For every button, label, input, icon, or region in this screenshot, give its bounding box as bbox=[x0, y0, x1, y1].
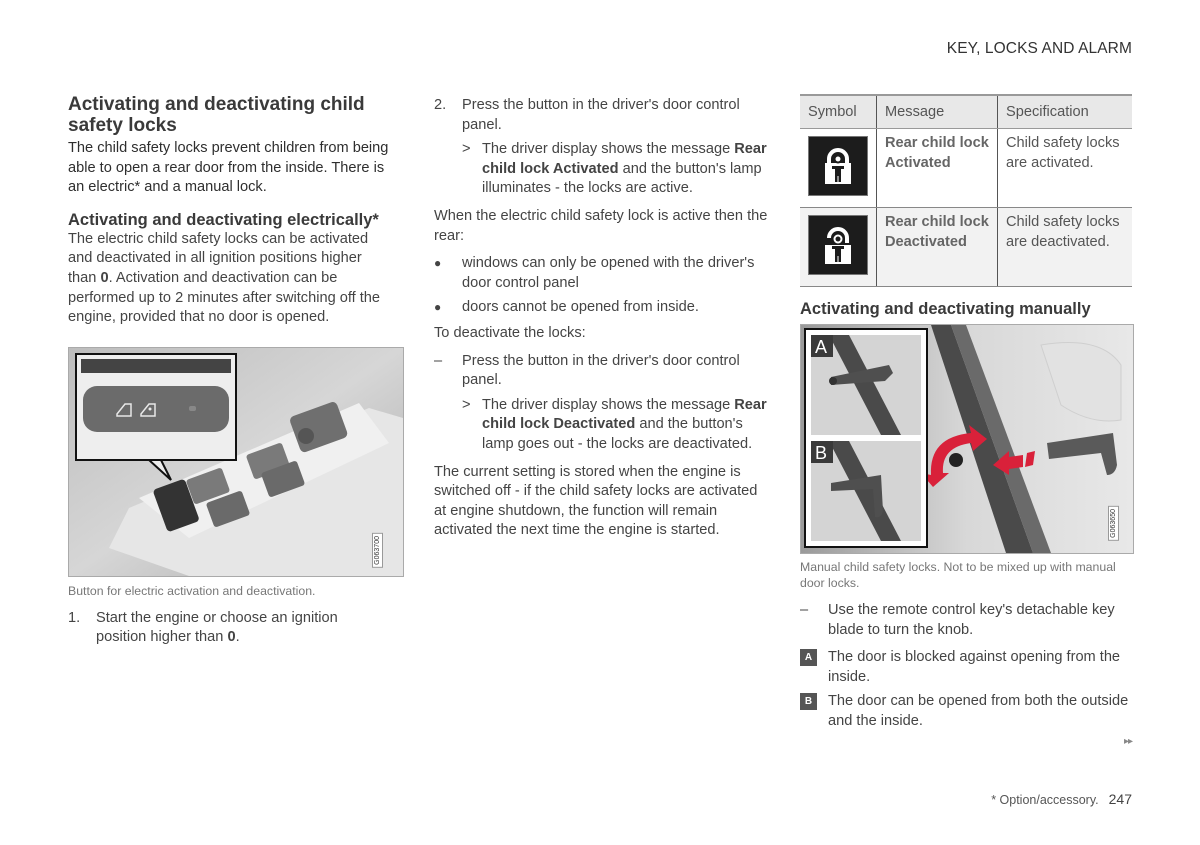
header-specification: Specification bbox=[997, 94, 1132, 129]
figure-caption: Button for electric activation and deact… bbox=[68, 583, 316, 598]
manual-lock-figure: A B G063650 bbox=[800, 324, 1134, 554]
message-cell: Rear child lock Activated bbox=[876, 128, 998, 208]
step-1: 1. Start the engine or choose an ignitio… bbox=[68, 609, 390, 648]
spec-cell: Child safety locks are deactivated. bbox=[997, 207, 1132, 287]
label-b-badge: B bbox=[800, 693, 817, 711]
result-text: The driver display shows the message Rea… bbox=[482, 396, 767, 452]
electric-body: The electric child safety locks can be a… bbox=[68, 230, 381, 326]
spec-cell: Child safety locks are activated. bbox=[997, 128, 1132, 208]
child-lock-activated-icon bbox=[808, 136, 868, 196]
door-panel-figure: G063700 bbox=[68, 346, 404, 577]
inset-label-b: B bbox=[815, 443, 827, 463]
step-number: 2. bbox=[434, 97, 447, 113]
figure-caption: Manual child safety locks. Not to be mix… bbox=[800, 560, 1116, 590]
bullet-dot-icon: ● bbox=[434, 300, 442, 315]
result-marker: > bbox=[462, 396, 471, 413]
step-text: Press the button in the driver's door co… bbox=[462, 97, 740, 133]
door-panel-illustration bbox=[69, 347, 403, 576]
page-footer: * Option/accessory. 247 bbox=[991, 791, 1132, 807]
bullet-item: ● doors cannot be opened from inside. bbox=[434, 298, 770, 318]
section-title: KEY, LOCKS AND ALARM bbox=[946, 40, 1132, 57]
continued-arrow-icon: ▸▸ bbox=[1123, 736, 1133, 747]
page-number: 247 bbox=[1108, 791, 1132, 807]
step-text: Start the engine or choose an ignition p… bbox=[96, 609, 338, 646]
table-row: Rear child lock Deactivated Child safety… bbox=[800, 207, 1132, 287]
step-2: 2. Press the button in the driver's door… bbox=[434, 96, 770, 135]
legend-item-b: B The door can be opened from both the o… bbox=[800, 692, 1132, 731]
column-3: Symbol Message Specification Rear child … bbox=[800, 94, 1134, 732]
table-header-row: Symbol Message Specification bbox=[800, 94, 1132, 129]
bullet-item: ● windows can only be opened with the dr… bbox=[434, 254, 770, 293]
dash-marker: – bbox=[800, 602, 809, 618]
when-active-text: When the electric child safety lock is a… bbox=[434, 207, 768, 244]
header-symbol: Symbol bbox=[800, 94, 877, 129]
bullet-dot-icon: ● bbox=[434, 256, 442, 271]
result-text: The driver display shows the message Rea… bbox=[482, 141, 767, 197]
electric-subheading: Activating and deactivating electrically… bbox=[68, 210, 379, 229]
stored-setting-note: The current setting is stored when the e… bbox=[434, 463, 758, 539]
child-lock-deactivated-icon bbox=[808, 215, 868, 275]
manual-step: – Use the remote control key's detachabl… bbox=[800, 601, 1132, 640]
dash-marker: – bbox=[434, 352, 443, 369]
legend-text: The door can be opened from both the out… bbox=[828, 693, 1129, 729]
manual-subheading: Activating and deactivating manually bbox=[800, 300, 1091, 318]
table-row: Rear child lock Activated Child safety l… bbox=[800, 128, 1132, 208]
header-message: Message bbox=[876, 94, 998, 129]
result-deactivated: > The driver display shows the message R… bbox=[462, 396, 770, 455]
inset-label-a: A bbox=[815, 337, 827, 357]
column-2: 2. Press the button in the driver's door… bbox=[434, 96, 770, 541]
step-text: Use the remote control key's detachable … bbox=[828, 602, 1115, 638]
step-text: Press the button in the driver's door co… bbox=[462, 352, 740, 389]
intro-paragraph: The child safety locks prevent children … bbox=[68, 140, 389, 196]
column-1: Activating and deactivating child safety… bbox=[68, 94, 404, 648]
deactivate-step: – Press the button in the driver's door … bbox=[434, 352, 770, 391]
label-a-badge: A bbox=[800, 649, 817, 667]
footnote: * Option/accessory. bbox=[991, 793, 1099, 807]
result-activated: > The driver display shows the message R… bbox=[462, 140, 770, 199]
manual-lock-illustration: A B bbox=[801, 325, 1133, 553]
legend-text: The door is blocked against opening from… bbox=[828, 649, 1121, 685]
main-heading: Activating and deactivating child safety… bbox=[68, 94, 365, 136]
legend-item-a: A The door is blocked against opening fr… bbox=[800, 648, 1132, 687]
message-cell: Rear child lock Deactivated bbox=[876, 207, 998, 287]
result-marker: > bbox=[462, 141, 471, 158]
symbol-cell bbox=[800, 128, 877, 208]
step-number: 1. bbox=[68, 609, 81, 626]
image-code: G063650 bbox=[1108, 506, 1119, 541]
symbol-table: Symbol Message Specification Rear child … bbox=[800, 94, 1132, 287]
image-code: G063700 bbox=[372, 532, 383, 568]
deactivate-intro: To deactivate the locks: bbox=[434, 324, 586, 341]
symbol-cell bbox=[800, 207, 877, 287]
